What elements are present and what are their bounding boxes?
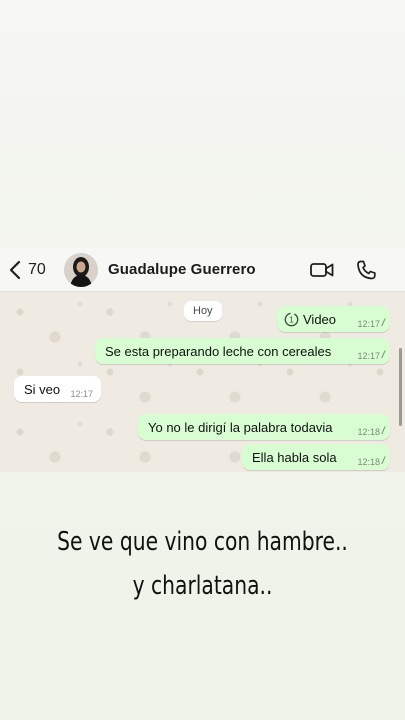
scrollbar[interactable]	[399, 348, 402, 426]
chat-messages[interactable]: Hoy 1 Video 12:17 // Se esta preparando …	[0, 292, 405, 472]
message-bubble[interactable]: Ella habla sola 12:18 //	[242, 444, 390, 470]
message-meta: 12:17 //	[357, 350, 385, 361]
message-meta: 12:18 //	[357, 456, 385, 467]
view-once-icon: 1	[284, 312, 299, 326]
contact-name[interactable]: Guadalupe Guerrero	[108, 261, 256, 278]
message-meta: 12:17	[70, 389, 93, 399]
message-bubble[interactable]: Yo no le dirigí la palabra todavia 12:18…	[138, 414, 390, 440]
avatar-photo	[64, 253, 98, 287]
message-meta: 12:17 //	[357, 318, 385, 329]
message-time: 12:17	[357, 318, 380, 329]
message-time: 12:17	[70, 389, 93, 399]
message-time: 12:17	[357, 350, 380, 361]
video-camera-icon	[310, 263, 334, 277]
message-bubble-incoming[interactable]: Si veo 12:17	[14, 376, 101, 402]
day-separator: Hoy	[184, 301, 222, 321]
message-time: 12:18	[357, 426, 380, 437]
story-caption-line-2: y charlatana..	[132, 571, 273, 601]
message-text: Ella habla sola	[252, 449, 337, 465]
svg-text:1: 1	[289, 315, 294, 324]
video-call-button[interactable]	[309, 258, 335, 282]
message-text: Video	[303, 311, 337, 327]
chat-header: 70 Guadalupe Guerrero	[0, 248, 405, 292]
phone-icon	[357, 260, 376, 280]
back-button[interactable]: 70	[8, 258, 46, 282]
voice-call-button[interactable]	[354, 258, 380, 282]
message-text: Se esta preparando leche con cereales	[105, 343, 332, 359]
message-time: 12:18	[357, 456, 380, 467]
avatar[interactable]	[64, 253, 98, 287]
message-text: Yo no le dirigí la palabra todavia	[148, 419, 333, 435]
back-chevron-icon	[9, 260, 21, 280]
unread-count: 70	[28, 261, 46, 278]
message-meta: 12:18 //	[357, 426, 385, 437]
message-text: Si veo	[24, 381, 61, 397]
message-bubble[interactable]: Se esta preparando leche con cereales 12…	[95, 338, 390, 364]
message-bubble-video[interactable]: 1 Video 12:17 //	[277, 306, 390, 332]
story-caption-line-1: Se ve que vino con hambre..	[57, 527, 348, 557]
